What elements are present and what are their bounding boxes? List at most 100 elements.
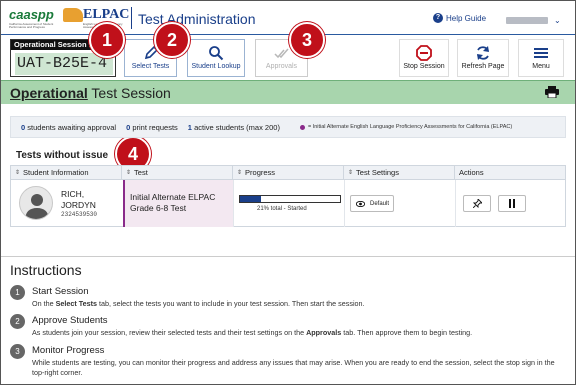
step-text: While students are testing, you can moni… [32,358,562,377]
sort-icon: ⇕ [126,170,132,176]
step-text-a: As students join your session, review th… [32,328,307,337]
progress-text: 21% total - Started [257,206,307,212]
question-circle-icon: ? [433,13,443,23]
col-label: Student Information [23,168,89,177]
column-divider [233,180,234,227]
column-divider [344,180,345,227]
person-silhouette-icon [25,194,49,219]
search-icon [209,46,224,61]
callout-badge-1: 1 [89,22,125,58]
step-text-bold: Select Tests [55,299,97,308]
stop-sign-icon [416,45,432,61]
pin-button[interactable] [463,195,491,212]
student-name: RICH, JORDYN [61,189,121,211]
hamburger-menu-icon [534,48,548,58]
active-students-stat: 1 active students (max 200) [188,123,280,132]
instructions-divider [1,256,575,257]
refresh-icon [477,46,489,60]
help-guide-link[interactable]: ? Help Guide [433,13,486,23]
students-table: ⇕ Student Information ⇕ Test ⇕ Progress ⇕ Te… [10,165,566,227]
step-number: 2 [10,314,25,329]
print-requests-stat: 0 print requests [126,123,178,132]
student-lookup-label: Student Lookup [191,63,241,70]
col-test[interactable]: ⇕ Test [122,166,233,180]
col-progress[interactable]: ⇕ Progress [233,166,344,180]
refresh-page-label: Refresh Page [461,63,505,70]
student-ssid: 2324539530 [61,211,98,218]
printer-icon[interactable] [545,86,559,98]
session-type-title: Operational Test Session [10,85,171,101]
caaspp-tagline: California Assessment of Student Perform… [9,22,54,29]
step-title: Approve Students [32,315,108,326]
awaiting-count: 0 [21,122,26,132]
col-test-settings[interactable]: ⇕ Test Settings [344,166,455,180]
pause-icon [509,199,515,208]
table-header: ⇕ Student Information ⇕ Test ⇕ Progress ⇕ Te… [11,166,565,180]
col-student-information[interactable]: ⇕ Student Information [11,166,122,180]
step-text-a: On the [32,299,56,308]
legend-text: = Initial Alternate English Language Pro… [307,124,513,130]
progress-bar [239,195,341,203]
pin-icon [472,197,483,209]
col-label: Test [134,168,148,177]
help-guide-label: Help Guide [446,13,487,23]
approvals-label: Approvals [265,63,298,70]
student-last-name: RICH, [61,189,85,199]
instructions-title: Instructions [10,262,82,278]
user-menu[interactable]: ⌄ [506,16,561,25]
awaiting-label: students awaiting approval [27,122,117,132]
col-label: Test Settings [356,168,399,177]
col-label: Actions [459,168,484,177]
step-title: Start Session [32,286,89,297]
california-bear-icon [63,8,83,22]
test-name-line2: Grade 6-8 Test [130,203,187,213]
test-name-line1: Initial Alternate ELPAC [130,192,216,202]
session-status-strip: 0 students awaiting approval 0 print req… [10,116,566,138]
step-text-c: tab, select the tests you want to includ… [97,299,365,308]
awaiting-approval-stat: 0 students awaiting approval [21,123,116,132]
student-first-name: JORDYN [61,200,96,210]
app-header: caaspp California Assessment of Student … [1,1,575,35]
stop-session-button[interactable]: Stop Session [399,39,449,77]
step-text-bold: Approvals [306,328,342,337]
active-count: 1 [187,122,192,132]
elpac-logo-text: ELPAC [83,7,130,22]
test-name-cell: Initial Alternate ELPAC Grade 6-8 Test [123,180,233,227]
legend-dot [299,124,305,130]
step-number: 1 [10,285,25,300]
student-lookup-button[interactable]: Student Lookup [187,39,245,77]
callout-badge-3: 3 [289,22,325,58]
stop-session-label: Stop Session [403,63,445,70]
col-label: Progress [245,168,276,177]
sort-icon: ⇕ [237,170,243,176]
step-title: Monitor Progress [32,345,105,356]
header-divider [131,7,132,29]
select-tests-label: Select Tests [131,63,170,70]
test-legend: = Initial Alternate English Language Pro… [299,124,513,130]
menu-label: Menu [532,63,550,70]
active-label: active students (max 200) [194,122,280,132]
menu-button[interactable]: Menu [518,39,564,77]
avatar [19,186,53,220]
progress-fill [240,196,261,202]
sort-icon: ⇕ [348,170,354,176]
col-actions: Actions [455,166,565,180]
sort-icon: ⇕ [15,170,21,176]
user-name-redacted [506,16,548,24]
caaspp-logo: caaspp California Assessment of Student … [9,5,59,33]
test-settings-button[interactable]: Default [350,195,394,212]
session-type-bold: Operational [10,85,88,101]
app-title: Test Administration [138,11,256,27]
caaspp-logo-text: caaspp [9,7,54,22]
session-toolbar: Operational Session ID UAT-B25E-4 Select… [1,36,575,80]
double-check-icon [273,48,289,59]
session-type-rest: Test Session [87,85,171,101]
refresh-page-button[interactable]: Refresh Page [457,39,509,77]
tests-without-issue-heading: Tests without issue [16,150,109,161]
print-label: print requests [132,122,178,132]
column-divider [455,180,456,227]
session-type-bar: Operational Test Session [1,80,575,104]
step-text-c: tab. Then approve them to begin testing. [341,328,473,337]
callout-badge-2: 2 [154,22,190,58]
pause-button[interactable] [498,195,526,212]
